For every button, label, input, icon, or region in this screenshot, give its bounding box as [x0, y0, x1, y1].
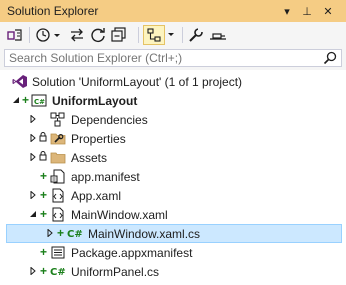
- package-manifest-icon: [51, 246, 65, 259]
- history-clock-icon: [36, 28, 60, 42]
- tree-item-mainwindow-xaml-cs[interactable]: + C# MainWindow.xaml.cs: [0, 224, 346, 243]
- collapsed-chevron-icon[interactable]: [29, 134, 37, 142]
- added-plus-icon: +: [40, 169, 48, 183]
- pin-icon[interactable]: ⊥: [299, 3, 315, 19]
- close-icon[interactable]: ✕: [320, 3, 336, 19]
- solution-explorer-panel: Solution Explorer ▾ ⊥ ✕ Search Solution …: [0, 0, 346, 285]
- tree-item-label: UniformLayout: [52, 94, 138, 108]
- toolbar-separator: [29, 27, 30, 43]
- toolbar-separator: [138, 27, 139, 43]
- csharp-project-icon: C#: [31, 94, 47, 107]
- properties-button[interactable]: [187, 25, 205, 45]
- visual-studio-solution-icon: [12, 75, 27, 88]
- manifest-file-icon: [50, 169, 65, 184]
- show-all-files-button[interactable]: [143, 25, 165, 45]
- collapsed-chevron-icon[interactable]: [29, 115, 37, 123]
- properties-folder-icon: [50, 133, 66, 145]
- svg-text:C#: C#: [34, 98, 45, 106]
- expanded-chevron-icon[interactable]: [12, 96, 20, 104]
- tree-item-label: Assets: [71, 151, 108, 165]
- tree-item-app-xaml[interactable]: + App.xaml: [0, 186, 346, 205]
- tree-item-assets[interactable]: Assets: [0, 148, 346, 167]
- lock-icon: [39, 132, 47, 142]
- tree-item-project[interactable]: + C# UniformLayout: [0, 91, 346, 110]
- refresh-button[interactable]: [89, 25, 107, 45]
- tree-item-label: App.xaml: [71, 189, 122, 203]
- added-plus-icon: +: [22, 93, 30, 107]
- lock-icon: [39, 151, 47, 161]
- dependencies-icon: [50, 112, 65, 127]
- folder-icon: [50, 152, 66, 164]
- title-bar: Solution Explorer ▾ ⊥ ✕: [0, 0, 346, 22]
- collapsed-chevron-icon[interactable]: [46, 229, 54, 237]
- tree-item-label: MainWindow.xaml: [71, 208, 168, 222]
- tree-item-label: Dependencies: [71, 113, 148, 127]
- tree-item-mainwindow-xaml[interactable]: + MainWindow.xaml: [0, 205, 346, 224]
- added-plus-icon: +: [40, 207, 48, 221]
- tree-item-label: app.manifest: [71, 170, 140, 184]
- preview-icon: [210, 33, 226, 40]
- show-all-files-dropdown[interactable]: [165, 25, 177, 45]
- added-plus-icon: +: [40, 188, 48, 202]
- added-plus-icon: +: [40, 245, 48, 259]
- collapse-all-icon: [111, 27, 126, 42]
- chevron-down-icon: [168, 33, 174, 36]
- tree-item-package-appxmanifest[interactable]: + Package.appxmanifest: [0, 243, 346, 262]
- xaml-file-icon: [52, 207, 64, 222]
- added-plus-icon: +: [40, 264, 48, 278]
- search-icon[interactable]: [323, 51, 337, 65]
- sync-with-active-document-button[interactable]: [68, 25, 86, 45]
- show-all-files-icon: [147, 28, 161, 42]
- window-position-dropdown[interactable]: ▾: [279, 3, 295, 19]
- collapse-all-button[interactable]: [110, 25, 128, 45]
- csharp-file-icon: C#: [67, 229, 83, 240]
- collapsed-chevron-icon[interactable]: [29, 153, 37, 161]
- search-box[interactable]: [4, 49, 342, 67]
- pending-changes-filter-button[interactable]: [34, 25, 64, 45]
- toolbar: [0, 22, 346, 48]
- tree-item-solution[interactable]: Solution 'UniformLayout' (1 of 1 project…: [0, 72, 346, 91]
- csharp-file-icon: C#: [50, 267, 66, 278]
- switch-views-button[interactable]: [5, 25, 25, 45]
- tree-item-label: Package.appxmanifest: [71, 246, 193, 260]
- tree-item-label: MainWindow.xaml.cs: [88, 227, 201, 241]
- window-title: Solution Explorer: [7, 4, 99, 18]
- svg-text:C#: C#: [50, 267, 66, 278]
- expanded-chevron-icon[interactable]: [29, 210, 37, 218]
- tree-item-uniformpanel-cs[interactable]: + C# UniformPanel.cs: [0, 262, 346, 281]
- svg-text:C#: C#: [67, 229, 83, 240]
- wrench-icon: [189, 28, 203, 42]
- tree-item-label: Solution 'UniformLayout' (1 of 1 project…: [32, 75, 243, 89]
- preview-selected-items-button[interactable]: [208, 25, 228, 45]
- tree-item-label: Properties: [71, 132, 126, 146]
- solution-tree: Solution 'UniformLayout' (1 of 1 project…: [0, 70, 346, 285]
- collapsed-chevron-icon[interactable]: [29, 267, 37, 275]
- added-plus-icon: +: [57, 226, 65, 240]
- refresh-icon: [91, 28, 105, 42]
- tree-item-label: UniformPanel.cs: [71, 265, 160, 279]
- sync-arrows-icon: [71, 28, 83, 42]
- collapsed-chevron-icon[interactable]: [29, 191, 37, 199]
- tree-item-dependencies[interactable]: Dependencies: [0, 110, 346, 129]
- search-input[interactable]: [9, 51, 309, 65]
- tree-item-properties[interactable]: Properties: [0, 129, 346, 148]
- switch-views-icon: [7, 29, 22, 41]
- toolbar-separator: [182, 27, 183, 43]
- tree-item-app-manifest[interactable]: + app.manifest: [0, 167, 346, 186]
- xaml-file-icon: [52, 188, 64, 203]
